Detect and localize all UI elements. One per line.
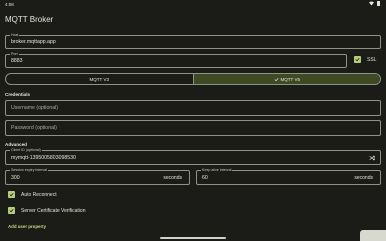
session-expiry-unit: seconds (163, 174, 182, 181)
session-expiry-value[interactable]: 300 (11, 175, 20, 181)
host-value[interactable]: broker.mqttapp.app (11, 39, 56, 45)
host-label: Host (10, 33, 20, 38)
check-icon (9, 192, 14, 197)
add-user-property-link[interactable]: Add user property (8, 224, 46, 229)
check-icon (355, 57, 360, 62)
gesture-handle (160, 237, 226, 239)
mqtt-v5-option[interactable]: MQTT V5 (192, 74, 380, 84)
password-placeholder[interactable]: Password (optional) (11, 125, 57, 131)
username-field[interactable]: Username (optional) (5, 100, 381, 116)
username-placeholder[interactable]: Username (optional) (11, 105, 58, 111)
auto-reconnect-checkbox[interactable] (8, 191, 15, 198)
password-field[interactable]: Password (optional) (5, 120, 381, 136)
keep-alive-field[interactable]: Keep alive interval 60 seconds (196, 168, 381, 185)
mqtt-v5-label: MQTT V5 (280, 76, 300, 82)
floating-action-button[interactable] (360, 230, 386, 241)
shuffle-icon[interactable] (369, 155, 375, 161)
check-icon (9, 208, 14, 213)
status-bar: 4:08 (0, 0, 386, 8)
check-icon (274, 77, 279, 81)
port-value[interactable]: 8883 (11, 58, 23, 64)
page-title: MQTT Broker (5, 15, 54, 24)
session-expiry-label: Session expiry interval (10, 168, 48, 173)
credentials-heading: Credentials (5, 92, 31, 97)
host-field[interactable]: Host broker.mqttapp.app (5, 33, 381, 49)
session-expiry-field[interactable]: Session expiry interval 300 seconds (5, 168, 190, 185)
keep-alive-unit: seconds (354, 174, 373, 181)
server-cert-checkbox[interactable] (8, 207, 15, 214)
protocol-segmented-button[interactable]: MQTT V3 MQTT V5 (5, 73, 381, 85)
mqtt-v3-option[interactable]: MQTT V3 (6, 74, 193, 84)
port-label: Port (10, 52, 19, 57)
ssl-label: SSL (367, 57, 377, 63)
mqtt-v3-label: MQTT V3 (89, 76, 109, 82)
keep-alive-value[interactable]: 60 (202, 175, 208, 181)
wifi-icon (369, 1, 374, 6)
client-id-label: Client ID (optional) (10, 148, 42, 153)
advanced-heading: Advanced (5, 142, 27, 147)
keep-alive-label: Keep alive interval (201, 168, 233, 173)
status-time: 4:08 (5, 1, 14, 7)
client-id-value[interactable]: mymqtt-1395005803098530 (11, 155, 76, 161)
server-cert-label: Server Certificate Verification (21, 208, 86, 214)
ssl-checkbox[interactable] (354, 56, 361, 63)
status-icons (369, 1, 380, 6)
client-id-field[interactable]: Client ID (optional) mymqtt-139500580309… (5, 148, 381, 165)
auto-reconnect-label: Auto Reconnect (21, 192, 57, 198)
port-field[interactable]: Port 8883 (5, 52, 347, 68)
battery-icon (377, 1, 380, 6)
